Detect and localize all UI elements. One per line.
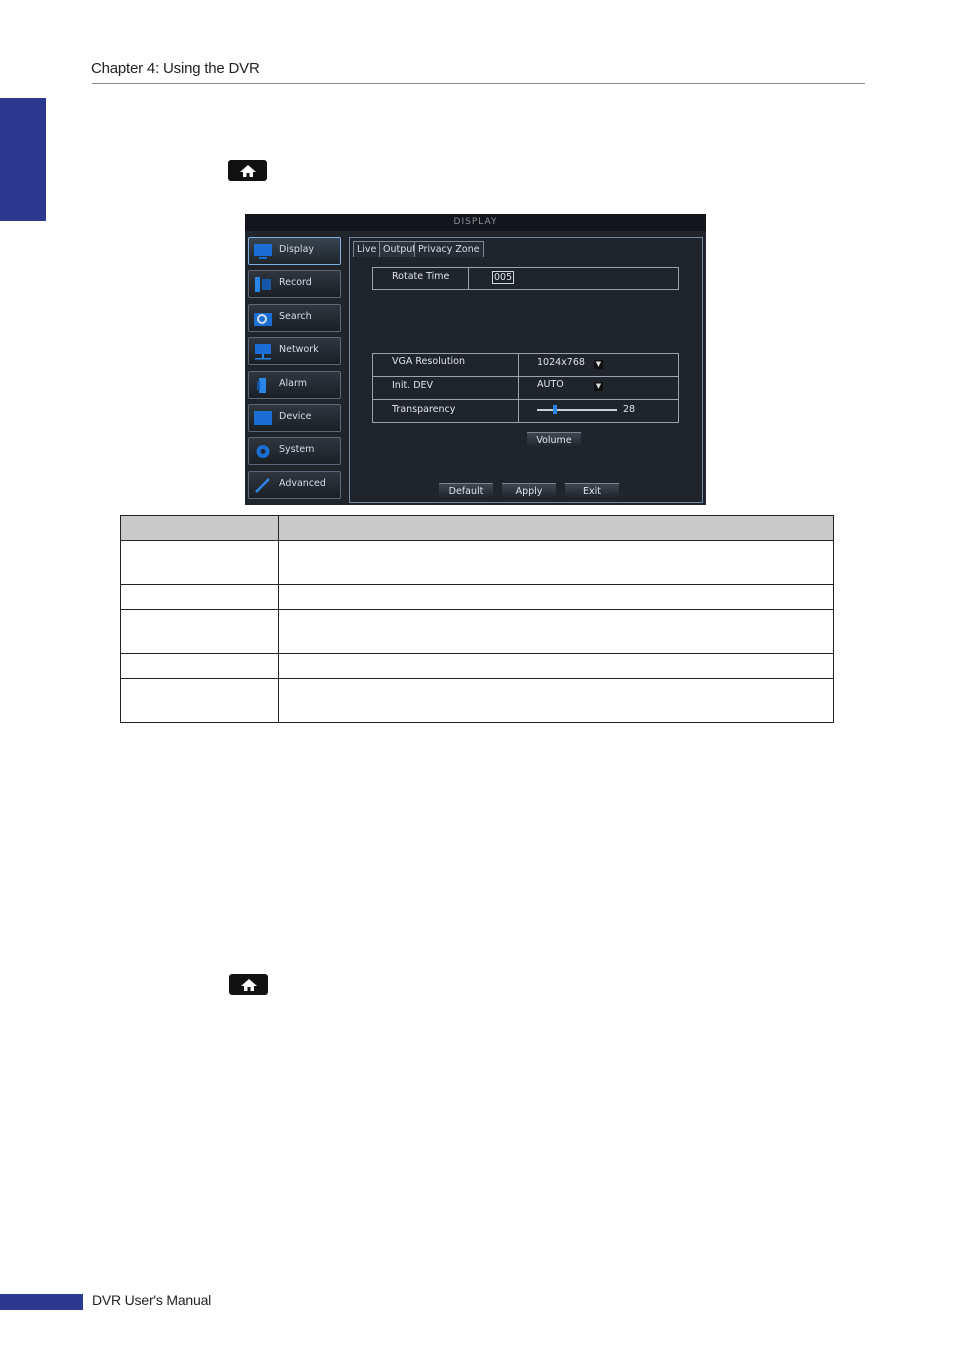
table-header-cell (278, 515, 834, 541)
menu-item-system[interactable]: System (248, 437, 341, 465)
menu-item-advanced[interactable]: Advanced (248, 471, 341, 499)
menu-item-device[interactable]: Device (248, 404, 341, 432)
menu-label: Record (279, 277, 312, 288)
table-row (120, 678, 834, 723)
home-button[interactable] (229, 974, 268, 995)
dvr-display-screenshot: DISPLAY Display Record Search Network Al… (245, 214, 706, 505)
home-button[interactable] (228, 160, 267, 181)
menu-label: Device (279, 411, 312, 422)
menu-item-alarm[interactable]: Alarm (248, 371, 341, 399)
volume-button[interactable]: Volume (527, 432, 581, 448)
row-divider (372, 399, 679, 400)
alarm-icon (257, 378, 266, 393)
apply-button[interactable]: Apply (502, 483, 556, 499)
dvr-menu-title: DISPLAY (245, 214, 706, 231)
wrench-icon (255, 478, 270, 493)
table-cell (120, 653, 279, 679)
vga-resolution-value[interactable]: 1024x768 (537, 357, 585, 368)
table-row (120, 609, 834, 654)
search-icon (254, 313, 272, 326)
table-row (120, 584, 834, 610)
table-cell (278, 540, 834, 585)
transparency-label: Transparency (392, 404, 456, 415)
table-cell (278, 653, 834, 679)
network-icon (255, 344, 271, 360)
table-cell (278, 678, 834, 723)
menu-label: Search (279, 311, 312, 322)
chapter-title: Chapter 4: Using the DVR (91, 60, 260, 77)
footer-manual-title: DVR User's Manual (92, 1292, 212, 1308)
table-cell (278, 609, 834, 654)
exit-button[interactable]: Exit (565, 483, 619, 499)
rotate-time-input[interactable]: 005 (492, 271, 515, 284)
chevron-down-icon[interactable]: ▼ (594, 382, 603, 391)
menu-item-network[interactable]: Network (248, 337, 341, 365)
table-cell (120, 584, 279, 610)
row-divider (468, 267, 469, 290)
rotate-time-label: Rotate Time (392, 271, 450, 282)
tab-live[interactable]: Live (353, 241, 381, 257)
menu-label: Network (279, 344, 319, 355)
menu-item-display[interactable]: Display (248, 237, 341, 265)
table-cell (120, 609, 279, 654)
transparency-slider-thumb[interactable] (552, 405, 557, 414)
vga-resolution-label: VGA Resolution (392, 356, 466, 367)
transparency-value: 28 (623, 404, 636, 415)
gear-icon (256, 445, 270, 458)
record-icon (255, 277, 271, 292)
device-icon (254, 411, 272, 425)
home-icon (239, 164, 256, 177)
chevron-down-icon[interactable]: ▼ (594, 360, 603, 369)
home-icon (240, 978, 257, 991)
table-cell (120, 540, 279, 585)
menu-label: System (279, 444, 315, 455)
menu-item-record[interactable]: Record (248, 270, 341, 298)
table-cell (278, 584, 834, 610)
table-row (120, 540, 834, 585)
table-header-cell (120, 515, 279, 541)
column-divider (518, 353, 519, 423)
footer-color-bar (0, 1294, 83, 1310)
init-dev-value[interactable]: AUTO (537, 379, 564, 390)
menu-label: Alarm (279, 378, 307, 389)
menu-label: Advanced (279, 478, 326, 489)
table-cell (120, 678, 279, 723)
init-dev-label: Init. DEV (392, 380, 434, 391)
row-divider (372, 376, 679, 377)
table-header-row (120, 515, 834, 541)
settings-description-table (120, 515, 834, 723)
header-rule (92, 83, 865, 84)
menu-label: Display (279, 244, 315, 255)
transparency-slider-track[interactable] (537, 409, 617, 411)
tab-privacy-zone[interactable]: Privacy Zone (414, 241, 484, 257)
table-row (120, 653, 834, 679)
display-icon (254, 244, 272, 259)
side-color-tab (0, 98, 46, 221)
menu-item-search[interactable]: Search (248, 304, 341, 332)
default-button[interactable]: Default (439, 483, 493, 499)
